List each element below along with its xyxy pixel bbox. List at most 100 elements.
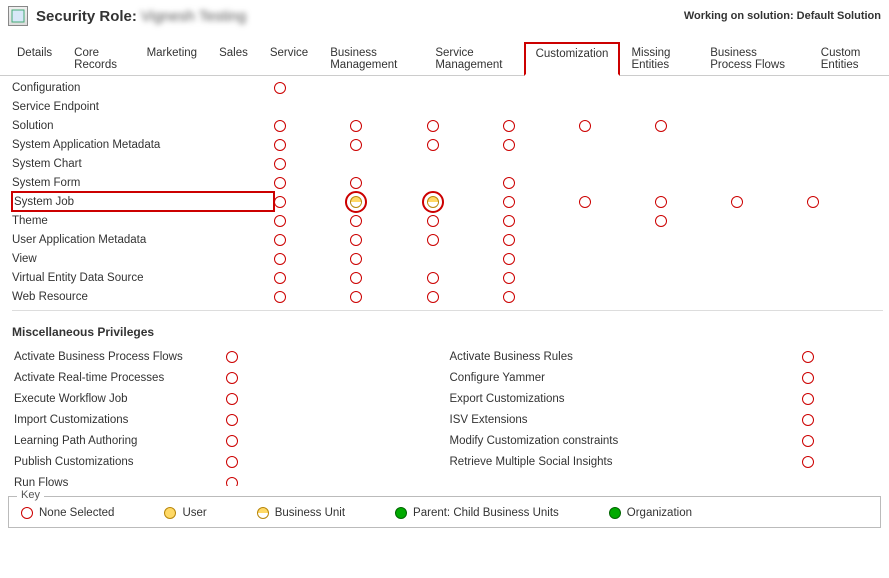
privilege-cell bbox=[503, 211, 579, 230]
tab-customization[interactable]: Customization bbox=[524, 42, 621, 76]
tab-missing-entities[interactable]: Missing Entities bbox=[620, 42, 699, 75]
privilege-level-none-icon[interactable] bbox=[226, 372, 238, 384]
misc-cell bbox=[226, 452, 266, 471]
misc-cell bbox=[226, 473, 266, 486]
tab-details[interactable]: Details bbox=[6, 42, 63, 75]
privilege-cell bbox=[274, 78, 350, 97]
privilege-level-none-icon[interactable] bbox=[226, 477, 238, 486]
misc-row: Modify Customization constraints bbox=[450, 431, 814, 450]
privilege-level-none-icon[interactable] bbox=[226, 435, 238, 447]
privilege-table: ConfigurationService EndpointSolutionSys… bbox=[12, 78, 883, 306]
tab-service-management[interactable]: Service Management bbox=[424, 42, 523, 75]
privilege-level-none-icon[interactable] bbox=[807, 196, 819, 208]
tab-custom-entities[interactable]: Custom Entities bbox=[810, 42, 889, 75]
privilege-level-none-icon[interactable] bbox=[274, 82, 286, 94]
privilege-level-none-icon[interactable] bbox=[350, 177, 362, 189]
privilege-level-none-icon[interactable] bbox=[655, 215, 667, 227]
privilege-cell bbox=[655, 211, 731, 230]
privilege-cell bbox=[427, 268, 503, 287]
privilege-row: Solution bbox=[12, 116, 883, 135]
privilege-level-none-icon[interactable] bbox=[503, 139, 515, 151]
privilege-level-none-icon[interactable] bbox=[226, 351, 238, 363]
privilege-level-none-icon[interactable] bbox=[350, 120, 362, 132]
privilege-level-none-icon[interactable] bbox=[274, 158, 286, 170]
privilege-level-none-icon[interactable] bbox=[427, 291, 439, 303]
privilege-cell bbox=[350, 268, 426, 287]
privilege-level-none-icon[interactable] bbox=[503, 272, 515, 284]
privilege-level-none-icon[interactable] bbox=[427, 139, 439, 151]
misc-cell bbox=[226, 368, 266, 387]
privilege-level-none-icon[interactable] bbox=[274, 120, 286, 132]
privilege-level-none-icon[interactable] bbox=[274, 272, 286, 284]
legend-item: None Selected bbox=[21, 507, 114, 519]
misc-name: Activate Business Process Flows bbox=[14, 347, 224, 366]
privilege-cell bbox=[350, 135, 426, 154]
privilege-level-none-icon[interactable] bbox=[503, 291, 515, 303]
privilege-level-none-icon[interactable] bbox=[802, 393, 814, 405]
privilege-level-none-icon[interactable] bbox=[350, 215, 362, 227]
privilege-cell bbox=[274, 173, 350, 192]
privilege-level-none-icon[interactable] bbox=[226, 414, 238, 426]
tab-service[interactable]: Service bbox=[259, 42, 319, 75]
privilege-row: User Application Metadata bbox=[12, 230, 883, 249]
privilege-cell bbox=[579, 192, 655, 211]
misc-cell bbox=[662, 347, 814, 366]
tab-sales[interactable]: Sales bbox=[208, 42, 259, 75]
legend-item: Organization bbox=[609, 507, 692, 519]
privilege-level-none-icon[interactable] bbox=[350, 272, 362, 284]
privilege-level-none-icon[interactable] bbox=[503, 177, 515, 189]
privilege-level-none-icon[interactable] bbox=[274, 234, 286, 246]
privilege-level-none-icon[interactable] bbox=[655, 196, 667, 208]
privilege-level-none-icon[interactable] bbox=[274, 196, 286, 208]
privilege-level-none-icon[interactable] bbox=[274, 177, 286, 189]
privilege-level-bu-icon[interactable] bbox=[350, 196, 362, 208]
privilege-level-none-icon[interactable] bbox=[503, 215, 515, 227]
privilege-level-none-icon[interactable] bbox=[503, 120, 515, 132]
privilege-level-none-icon[interactable] bbox=[427, 120, 439, 132]
misc-name: Execute Workflow Job bbox=[14, 389, 224, 408]
privilege-level-none-icon[interactable] bbox=[802, 351, 814, 363]
privilege-level-none-icon[interactable] bbox=[274, 139, 286, 151]
privilege-level-none-icon[interactable] bbox=[655, 120, 667, 132]
privilege-level-bu-icon[interactable] bbox=[427, 196, 439, 208]
tab-marketing[interactable]: Marketing bbox=[136, 42, 209, 75]
privilege-cell bbox=[579, 211, 655, 230]
privilege-level-none-icon[interactable] bbox=[731, 196, 743, 208]
tab-core-records[interactable]: Core Records bbox=[63, 42, 135, 75]
privilege-row: System Application Metadata bbox=[12, 135, 883, 154]
privilege-level-none-icon[interactable] bbox=[503, 196, 515, 208]
legend-label: Parent: Child Business Units bbox=[413, 507, 559, 519]
privilege-level-none-icon[interactable] bbox=[226, 456, 238, 468]
privilege-grid: ConfigurationService EndpointSolutionSys… bbox=[0, 76, 889, 486]
privilege-level-none-icon[interactable] bbox=[579, 120, 591, 132]
privilege-level-none-icon[interactable] bbox=[802, 456, 814, 468]
privilege-level-none-icon[interactable] bbox=[802, 435, 814, 447]
misc-name: Run Flows bbox=[14, 473, 224, 486]
misc-name: Export Customizations bbox=[450, 389, 660, 408]
misc-row: Retrieve Multiple Social Insights bbox=[450, 452, 814, 471]
privilege-level-none-icon[interactable] bbox=[350, 234, 362, 246]
privilege-level-none-icon[interactable] bbox=[802, 372, 814, 384]
privilege-level-none-icon[interactable] bbox=[226, 393, 238, 405]
privilege-cell bbox=[350, 287, 426, 306]
privilege-level-none-icon[interactable] bbox=[427, 272, 439, 284]
privilege-level-none-icon[interactable] bbox=[274, 291, 286, 303]
tab-business-process-flows[interactable]: Business Process Flows bbox=[699, 42, 810, 75]
privilege-level-none-icon[interactable] bbox=[350, 253, 362, 265]
privilege-level-none-icon[interactable] bbox=[579, 196, 591, 208]
privilege-level-org-icon bbox=[609, 507, 621, 519]
legend-item: Business Unit bbox=[257, 507, 345, 519]
privilege-cell bbox=[274, 268, 350, 287]
privilege-level-none-icon[interactable] bbox=[503, 234, 515, 246]
tab-business-management[interactable]: Business Management bbox=[319, 42, 424, 75]
privilege-level-none-icon[interactable] bbox=[427, 215, 439, 227]
privilege-level-none-icon[interactable] bbox=[274, 253, 286, 265]
privilege-level-none-icon[interactable] bbox=[274, 215, 286, 227]
privilege-level-none-icon[interactable] bbox=[802, 414, 814, 426]
misc-title: Miscellaneous Privileges bbox=[12, 325, 883, 339]
misc-name: Activate Business Rules bbox=[450, 347, 660, 366]
privilege-level-none-icon[interactable] bbox=[503, 253, 515, 265]
privilege-level-none-icon[interactable] bbox=[427, 234, 439, 246]
privilege-level-none-icon[interactable] bbox=[350, 139, 362, 151]
privilege-level-none-icon[interactable] bbox=[350, 291, 362, 303]
